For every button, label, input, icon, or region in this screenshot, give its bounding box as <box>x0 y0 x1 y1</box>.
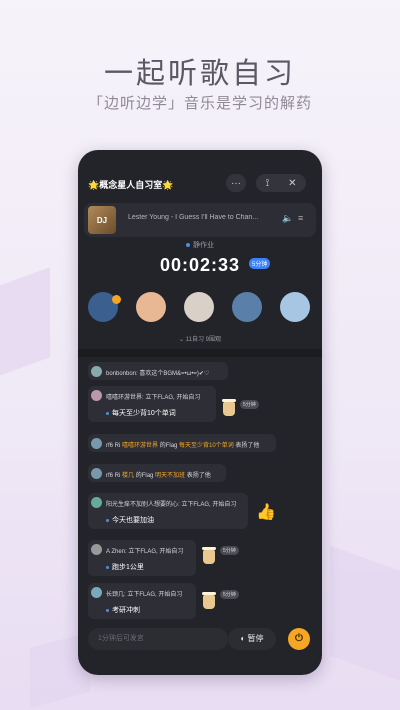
background-decoration <box>0 267 50 383</box>
chat-message: rf6 Ri 楼几 的Flag 明天不加班 表扬了他 <box>88 464 226 482</box>
close-icon[interactable]: ✕ <box>288 178 296 189</box>
user-avatar <box>91 544 102 555</box>
study-stats[interactable]: ⌄ 11自习 9围观 <box>78 334 322 343</box>
user-avatar <box>91 587 102 598</box>
chat-message: rf6 Ri 嘻嘻环游世界 的Flag 每天至少背10个单词 表扬了他 <box>88 434 276 452</box>
chat-message: A Zhen: 立下FLAG, 开始自习 跑步1公里 <box>88 540 196 576</box>
avatar[interactable] <box>136 292 166 322</box>
chat-message: 嘻嘻环游世界: 立下FLAG, 开始自习 每天至少背10个单词 <box>88 386 216 422</box>
user-avatar <box>91 390 102 401</box>
background-decoration <box>330 545 400 685</box>
message-input[interactable]: 1分钟后可发言 <box>88 628 228 650</box>
study-timer: 00:02:33 <box>159 255 241 275</box>
message-text: 嘻嘻环游世界: 立下FLAG, 开始自习 <box>106 395 201 401</box>
message-text: 长颈几: 立下FLAG, 开始自习 <box>106 592 183 598</box>
chat-message: bonbonbon: 喜欢这个BGM&=•ω•=)✔♡ <box>88 362 228 380</box>
user-avatar <box>91 497 102 508</box>
hero-subtitle: 「边听边学」音乐是学习的解药 <box>87 95 312 112</box>
flag-text: 每天至少背10个单词 <box>106 408 176 418</box>
study-mode: 静作业 <box>78 240 322 250</box>
thumbs-up-icon: 👍 <box>256 504 276 521</box>
message-text: A Zhen: 立下FLAG, 开始自习 <box>106 549 184 555</box>
room-title: 🌟概念星人自习室🌟 <box>88 180 174 190</box>
power-button[interactable]: ⏻ <box>288 628 310 650</box>
duration-tag: 5分钟 <box>220 546 239 555</box>
user-avatar <box>91 366 102 377</box>
divider <box>78 349 322 357</box>
duration-tag: 5分钟 <box>220 590 239 599</box>
album-cover: DJ <box>88 206 116 234</box>
study-stats-label: 11自习 9围观 <box>185 337 221 343</box>
more-icon: ··· <box>231 177 241 189</box>
pause-button[interactable]: ◐ 暂停 <box>228 628 276 650</box>
more-button[interactable]: ··· <box>226 174 246 192</box>
track-title: Lester Young - I Guess I'll Have to Chan… <box>128 214 259 221</box>
duration-tag: 5分钟 <box>240 400 259 409</box>
avatar[interactable] <box>232 292 262 322</box>
flag-text: 考研冲刺 <box>106 605 140 615</box>
message-text: rf6 Ri 嘻嘻环游世界 的Flag 每天至少背10个单词 表扬了他 <box>106 443 260 449</box>
pin-icon[interactable]: ⟟ <box>265 178 269 189</box>
power-icon: ⏻ <box>295 633 303 644</box>
window-controls: ⟟ ✕ <box>256 174 306 192</box>
message-text: bonbonbon: 喜欢这个BGM&=•ω•=)✔♡ <box>106 371 210 377</box>
flag-text: 跑步1公里 <box>106 562 144 572</box>
user-avatar <box>91 438 102 449</box>
speaker-icon[interactable]: 🔈 <box>282 213 293 224</box>
user-avatar <box>91 468 102 479</box>
avatar[interactable] <box>280 292 310 322</box>
phone-screen: 🌟概念星人自习室🌟 ··· ⟟ ✕ DJ Lester Young - I Gu… <box>78 150 322 675</box>
avatar[interactable] <box>184 292 214 322</box>
list-icon[interactable]: ≡ <box>298 213 303 223</box>
music-player[interactable]: DJ Lester Young - I Guess I'll Have to C… <box>84 203 316 237</box>
chat-message: 长颈几: 立下FLAG, 开始自习 考研冲刺 <box>88 583 196 619</box>
hero-title: 一起听歌自习 <box>103 58 296 90</box>
mode-dot <box>186 243 190 248</box>
chat-message: 阳光生痒不加别人想要的心: 立下FLAG, 开始自习 今天也要加油 <box>88 493 248 529</box>
pause-label: 暂停 <box>247 634 264 643</box>
coffee-icon <box>202 592 216 609</box>
avatar-badge <box>112 295 121 304</box>
mode-label: 静作业 <box>193 242 214 249</box>
timer-badge: 5分钟 <box>249 258 271 269</box>
coffee-icon <box>202 547 216 564</box>
coffee-icon <box>222 399 236 416</box>
message-text: 阳光生痒不加别人想要的心: 立下FLAG, 开始自习 <box>106 502 237 508</box>
message-text: rf6 Ri 楼几 的Flag 明天不加班 表扬了他 <box>106 473 211 479</box>
flag-text: 今天也要加油 <box>106 515 154 525</box>
